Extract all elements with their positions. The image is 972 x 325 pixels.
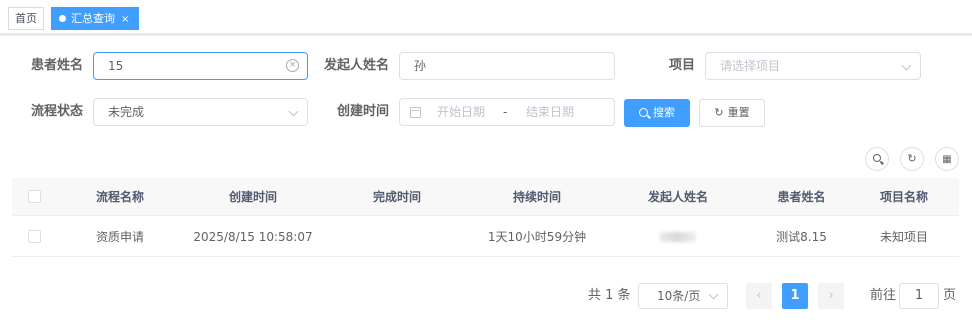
columns-button[interactable]: ▦ <box>935 147 959 171</box>
blurred-name <box>660 231 696 242</box>
col-initiator: 发起人姓名 <box>647 190 708 204</box>
cell-initiator <box>602 217 754 256</box>
select-all-cell <box>12 178 56 215</box>
pagination-total: 共 1 条 <box>588 288 631 303</box>
refresh-icon: ↻ <box>907 152 917 165</box>
status-label: 流程状态 <box>30 104 83 119</box>
chevron-down-icon <box>288 106 299 117</box>
cell-patient: 测试8.15 <box>776 230 827 244</box>
project-placeholder: 请选择项目 <box>720 59 781 73</box>
initiator-name-value: 孙 <box>414 59 427 73</box>
chevron-down-icon <box>708 289 719 300</box>
refresh-icon: ↻ <box>714 106 724 119</box>
search-button-label: 搜索 <box>653 106 675 119</box>
initiator-name-input[interactable]: 孙 <box>399 52 615 80</box>
active-dot-icon <box>59 14 66 22</box>
cell-created-time: 2025/8/15 10:58:07 <box>193 229 313 244</box>
patient-name-label: 患者姓名 <box>30 58 83 73</box>
calendar-icon <box>410 107 421 118</box>
cell-completed-time <box>322 217 472 256</box>
page-size-select[interactable]: 10条/页 <box>638 283 728 309</box>
col-process-name: 流程名称 <box>95 190 144 204</box>
close-icon[interactable]: × <box>121 9 129 30</box>
col-duration: 持续时间 <box>512 190 561 204</box>
project-select[interactable]: 请选择项目 <box>705 52 921 80</box>
search-icon <box>639 107 648 117</box>
goto-page-input[interactable]: 1 <box>899 283 939 309</box>
created-date-range[interactable]: 开始日期 - 结束日期 <box>399 98 615 126</box>
patient-name-input[interactable]: 15 × <box>93 52 308 80</box>
tag-label: 汇总查询 <box>71 12 115 25</box>
col-project: 项目名称 <box>879 190 928 204</box>
table-header: 流程名称 创建时间 完成时间 持续时间 发起人姓名 患者姓名 项目名称 <box>12 178 959 216</box>
end-date-input[interactable]: 结束日期 <box>526 99 574 125</box>
row-checkbox[interactable] <box>27 230 41 243</box>
reset-button[interactable]: ↻ 重置 <box>699 99 765 127</box>
search-icon <box>873 154 881 162</box>
initiator-name-label: 发起人姓名 <box>323 58 389 73</box>
prev-page-button[interactable]: ‹ <box>746 283 772 309</box>
patient-name-value: 15 <box>108 59 124 73</box>
reset-button-label: 重置 <box>727 106 750 119</box>
grid-icon: ▦ <box>942 154 952 165</box>
start-date-input[interactable]: 开始日期 <box>437 99 485 125</box>
status-select[interactable]: 未完成 <box>93 98 308 126</box>
page-1-button[interactable]: 1 <box>782 283 808 309</box>
page-unit-label: 页 <box>943 288 957 303</box>
goto-label: 前往 <box>870 288 897 303</box>
search-button[interactable]: 搜索 <box>624 99 690 127</box>
row-select-cell <box>12 217 56 256</box>
tag-summary-query[interactable]: 汇总查询 × <box>51 7 139 30</box>
cell-duration: 1天10小时59分钟 <box>487 230 587 244</box>
toggle-search-button[interactable] <box>865 147 889 171</box>
col-created-time: 创建时间 <box>228 190 277 204</box>
table-row[interactable]: 资质申请 2025/8/15 10:58:07 1天10小时59分钟 测试8.1… <box>12 217 959 257</box>
col-completed-time: 完成时间 <box>372 190 421 204</box>
tags-view-bar: 首页 汇总查询 × <box>0 0 972 34</box>
range-separator: - <box>503 105 508 119</box>
clear-icon[interactable]: × <box>286 59 299 72</box>
cell-process-name: 资质申请 <box>95 230 144 244</box>
page-size-value: 10条/页 <box>657 289 701 303</box>
refresh-button[interactable]: ↻ <box>900 147 924 171</box>
status-value: 未完成 <box>108 105 145 119</box>
col-patient: 患者姓名 <box>777 190 826 204</box>
tag-home[interactable]: 首页 <box>8 7 44 30</box>
next-page-button[interactable]: › <box>818 283 844 309</box>
project-label: 项目 <box>668 58 695 73</box>
created-time-label: 创建时间 <box>336 104 389 119</box>
chevron-down-icon <box>901 60 912 71</box>
select-all-checkbox[interactable] <box>27 190 41 203</box>
cell-project: 未知项目 <box>879 230 928 244</box>
